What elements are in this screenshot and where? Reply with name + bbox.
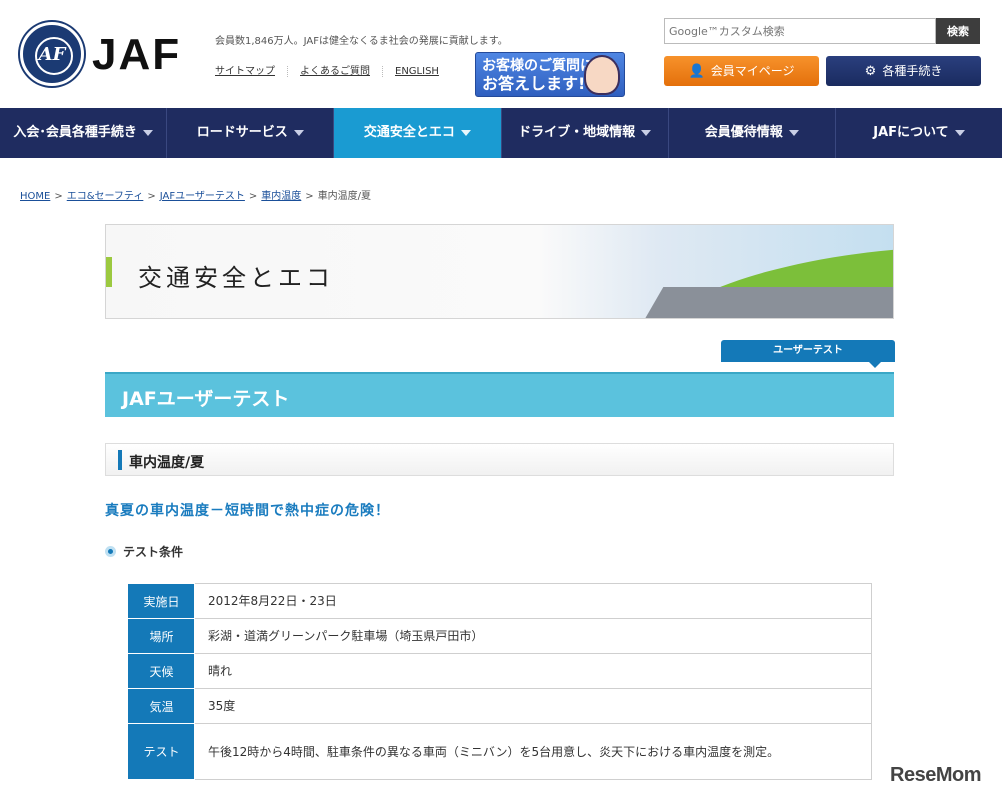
hero-accent-bar <box>106 257 112 287</box>
nav-item-safety-eco[interactable]: 交通安全とエコ <box>334 108 502 158</box>
table-row: テスト 午後12時から4時間、駐車条件の異なる車両（ミニバン）を5台用意し、炎天… <box>128 723 872 780</box>
row-value: 午後12時から4時間、駐車条件の異なる車両（ミニバン）を5台用意し、炎天下におけ… <box>194 723 872 780</box>
subsection-accent-bar <box>118 450 122 470</box>
caret-down-icon <box>142 129 153 136</box>
nav-item-about[interactable]: JAFについて <box>836 108 1002 158</box>
site-header: AF JAF 会員数1,846万人。JAFは健全なくるま社会の発展に貢献します。… <box>0 0 1002 108</box>
gear-icon: ⚙ <box>864 64 877 79</box>
row-label: テスト <box>128 723 195 780</box>
resemom-watermark: ReseMom <box>890 764 981 786</box>
user-icon: 👤 <box>688 64 705 79</box>
site-search: 検索 <box>664 18 980 44</box>
row-label: 天候 <box>128 653 195 689</box>
faq-link[interactable]: よくあるご質問 <box>300 66 383 77</box>
utility-links: サイトマップ よくあるご質問 ENGLISH <box>215 62 463 77</box>
caret-down-icon <box>788 129 799 136</box>
nav-item-benefits[interactable]: 会員優待情報 <box>669 108 836 158</box>
caret-down-icon <box>954 129 965 136</box>
lead-heading: 真夏の車内温度－短時間で熱中症の危険！ <box>105 503 390 519</box>
table-row: 場所 彩湖・道満グリーンパーク駐車場（埼玉県戸田市） <box>128 618 872 654</box>
breadcrumb-home[interactable]: HOME <box>20 191 50 202</box>
caret-down-icon <box>641 129 652 136</box>
hero-title: 交通安全とエコ <box>138 264 334 292</box>
mascot-icon <box>584 55 620 95</box>
breadcrumb: HOME > エコ&セーフティ > JAFユーザーテスト > 車内温度 > 車内温度/夏 <box>20 191 372 202</box>
subsection-title: 車内温度/夏 <box>129 455 205 471</box>
search-button[interactable]: 検索 <box>936 18 980 44</box>
row-label: 場所 <box>128 618 195 654</box>
conditions-table: 実施日 2012年8月22日・23日 場所 彩湖・道満グリーンパーク駐車場（埼玉… <box>128 583 872 780</box>
site-tagline: 会員数1,846万人。JAFは健全なくるま社会の発展に貢献します。 <box>215 36 508 47</box>
row-value: 晴れ <box>194 653 872 689</box>
conditions-heading: テスト条件 <box>105 543 183 560</box>
row-value: 2012年8月22日・23日 <box>194 583 872 619</box>
breadcrumb-car-temp[interactable]: 車内温度 <box>261 191 301 202</box>
caret-down-icon <box>293 129 304 136</box>
row-label: 実施日 <box>128 583 195 619</box>
caret-down-icon <box>460 129 471 136</box>
section-title: JAFユーザーテスト <box>105 372 894 417</box>
qa-banner[interactable]: お客様のご質問に お答えします! <box>475 52 625 97</box>
hero-road-image <box>628 287 893 318</box>
sitemap-link[interactable]: サイトマップ <box>215 66 288 77</box>
subsection-header: 車内温度/夏 <box>105 443 894 476</box>
table-row: 天候 晴れ <box>128 653 872 689</box>
english-link[interactable]: ENGLISH <box>395 66 451 77</box>
breadcrumb-user-test[interactable]: JAFユーザーテスト <box>160 191 245 202</box>
breadcrumb-eco-safety[interactable]: エコ&セーフティ <box>67 191 144 202</box>
row-value: 35度 <box>194 688 872 724</box>
procedures-button[interactable]: ⚙ 各種手続き <box>826 56 981 86</box>
main-nav: 入会･会員各種手続き ロードサービス 交通安全とエコ ドライブ・地域情報 会員優… <box>0 108 1002 158</box>
bullet-icon <box>105 546 116 557</box>
nav-item-drive-info[interactable]: ドライブ・地域情報 <box>502 108 669 158</box>
mypage-button[interactable]: 👤 会員マイページ <box>664 56 819 86</box>
table-row: 気温 35度 <box>128 688 872 724</box>
row-label: 気温 <box>128 688 195 724</box>
nav-item-membership[interactable]: 入会･会員各種手続き <box>0 108 168 158</box>
row-value: 彩湖・道満グリーンパーク駐車場（埼玉県戸田市） <box>194 618 872 654</box>
jaf-logo[interactable]: AF JAF <box>20 22 190 88</box>
jaf-emblem-icon: AF <box>20 22 84 86</box>
user-test-tab: ユーザーテスト <box>721 340 895 368</box>
logo-wordmark: JAF <box>92 30 182 79</box>
table-row: 実施日 2012年8月22日・23日 <box>128 583 872 619</box>
breadcrumb-current: 車内温度/夏 <box>317 191 372 202</box>
hero-banner: 交通安全とエコ <box>105 224 894 319</box>
nav-item-road-service[interactable]: ロードサービス <box>167 108 335 158</box>
search-input[interactable] <box>664 18 936 44</box>
